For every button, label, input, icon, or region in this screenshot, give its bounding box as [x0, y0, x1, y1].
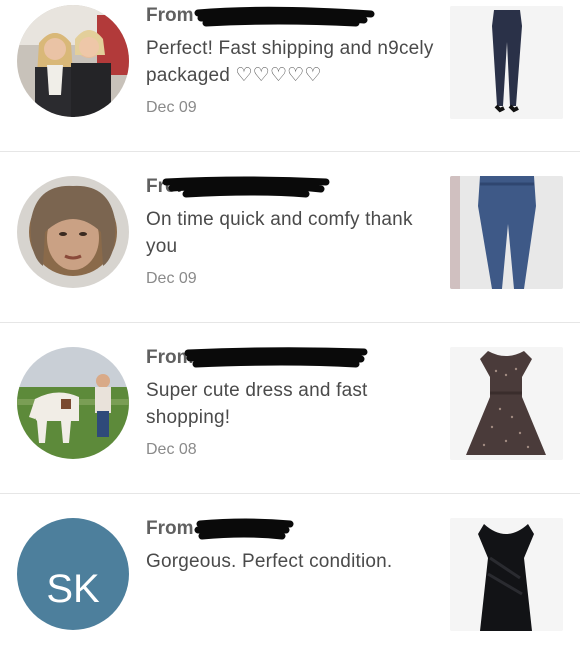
listing-thumbnail[interactable]	[450, 6, 563, 119]
review-message: Perfect! Fast shipping and n9cely packag…	[146, 38, 434, 86]
review-content: From On time quick and comfy thank you D…	[146, 176, 436, 288]
review-date: Dec 08	[146, 441, 197, 458]
review-from: From	[146, 347, 436, 371]
review-item[interactable]: From On time quick and comfy thank you D…	[0, 151, 580, 323]
review-list: From Perfect! Fast shipping and n9cely p…	[0, 0, 580, 631]
redaction-mark	[194, 518, 294, 540]
reviewer-avatar[interactable]	[17, 347, 129, 459]
review-from: From	[146, 5, 436, 29]
reviewer-avatar[interactable]: SK	[17, 518, 129, 630]
reviewer-avatar[interactable]	[17, 176, 129, 288]
redaction-mark	[194, 6, 375, 27]
review-date: Dec 09	[146, 270, 197, 287]
review-item[interactable]: From Perfect! Fast shipping and n9cely p…	[0, 0, 580, 152]
avatar-initials: SK	[17, 518, 129, 630]
review-message: Gorgeous. Perfect condition.	[146, 551, 393, 572]
redaction-mark	[184, 347, 368, 368]
redaction-mark	[162, 176, 330, 198]
review-content: From Super cute dress and fast shopping!…	[146, 347, 436, 459]
review-content: From Gorgeous. Perfect condition.	[146, 518, 436, 575]
review-date: Dec 09	[146, 99, 197, 116]
review-item[interactable]: SK From Gorgeous. Perfect condition.	[0, 493, 580, 664]
listing-thumbnail[interactable]	[450, 518, 563, 631]
reviewer-avatar[interactable]	[17, 5, 129, 117]
review-from: From	[146, 176, 436, 200]
review-item[interactable]: From Super cute dress and fast shopping!…	[0, 322, 580, 494]
review-message: On time quick and comfy thank you	[146, 209, 413, 257]
review-from: From	[146, 518, 436, 542]
listing-thumbnail[interactable]	[450, 347, 563, 460]
listing-thumbnail[interactable]	[450, 176, 563, 289]
review-message: Super cute dress and fast shopping!	[146, 380, 368, 428]
review-content: From Perfect! Fast shipping and n9cely p…	[146, 5, 436, 117]
